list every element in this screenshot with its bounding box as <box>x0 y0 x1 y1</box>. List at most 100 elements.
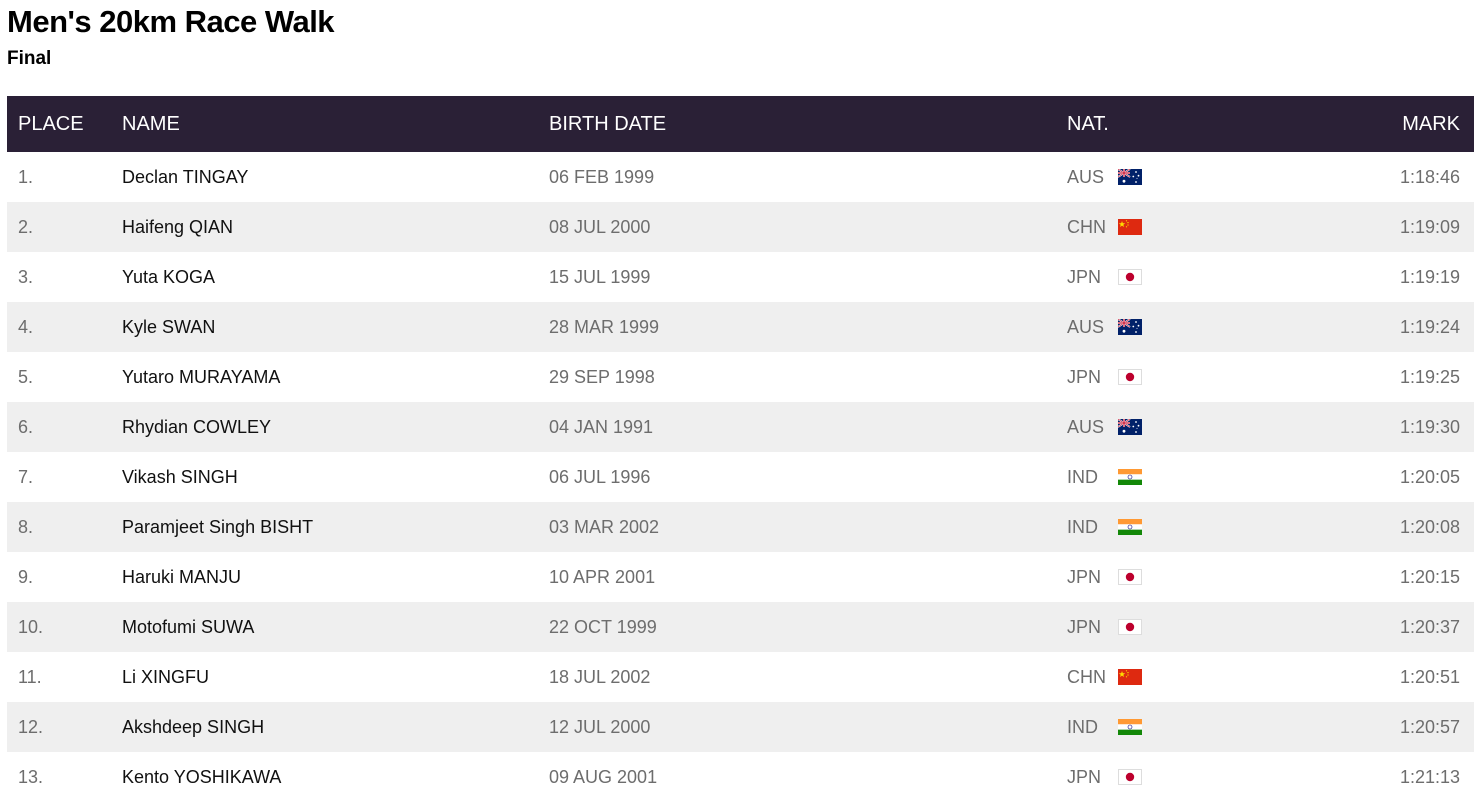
cell-mark: 1:21:13 <box>1399 766 1460 787</box>
japan-flag-icon <box>1118 269 1142 286</box>
cell-name[interactable]: Paramjeet Singh BISHT <box>122 502 549 552</box>
australia-flag-icon <box>1118 169 1142 186</box>
page-title: Men's 20km Race Walk <box>7 4 335 39</box>
table-row[interactable]: 9. Haruki MANJU 10 APR 2001 JPN 1:20:15 <box>7 552 1474 602</box>
cell-name[interactable]: Yuta KOGA <box>122 252 549 302</box>
nat-code: JPN <box>1067 266 1102 287</box>
cell-place: 6. <box>18 416 34 437</box>
table-row[interactable]: 12. Akshdeep SINGH 12 JUL 2000 IND 1:20:57 <box>7 702 1474 752</box>
cell-name[interactable]: Akshdeep SINGH <box>122 702 549 752</box>
cell-place: 8. <box>18 516 34 537</box>
nat-code: JPN <box>1067 616 1102 637</box>
japan-flag-icon <box>1118 569 1142 586</box>
cell-name[interactable]: Motofumi SUWA <box>122 602 549 652</box>
table-row[interactable]: 5. Yutaro MURAYAMA 29 SEP 1998 JPN 1:19:25 <box>7 352 1474 402</box>
cell-place: 12. <box>18 716 44 737</box>
japan-flag-icon <box>1118 369 1142 386</box>
cell-nat: JPN <box>1067 602 1317 652</box>
cell-nat: JPN <box>1067 252 1317 302</box>
nat-code: AUS <box>1067 166 1105 187</box>
cell-nat: IND <box>1067 702 1317 752</box>
header-mark[interactable]: MARK <box>1317 96 1474 152</box>
table-row[interactable]: 8. Paramjeet Singh BISHT 03 MAR 2002 IND 1:2… <box>7 502 1474 552</box>
cell-nat: JPN <box>1067 552 1317 602</box>
cell-place: 9. <box>18 566 34 587</box>
table-row[interactable]: 10. Motofumi SUWA 22 OCT 1999 JPN 1:20:37 <box>7 602 1474 652</box>
australia-flag-icon <box>1118 419 1142 436</box>
nat-code: CHN <box>1067 216 1106 237</box>
table-row[interactable]: 2. Haifeng QIAN 08 JUL 2000 CHN 1:19:09 <box>7 202 1474 252</box>
cell-name[interactable]: Haifeng QIAN <box>122 202 549 252</box>
cell-name[interactable]: Declan TINGAY <box>122 152 549 202</box>
cell-mark: 1:18:46 <box>1399 166 1460 187</box>
india-flag-icon <box>1118 469 1142 486</box>
cell-place: 13. <box>18 766 44 787</box>
cell-mark: 1:19:09 <box>1399 216 1460 237</box>
australia-flag-icon <box>1118 319 1142 336</box>
cell-name[interactable]: Haruki MANJU <box>122 552 549 602</box>
nat-code: AUS <box>1067 316 1105 337</box>
cell-birth-date: 28 MAR 1999 <box>549 316 660 337</box>
cell-nat: IND <box>1067 452 1317 502</box>
results-table: PLACE NAME BIRTH DATE NAT. MARK 1. Declan… <box>7 96 1474 802</box>
cell-birth-date: 03 MAR 2002 <box>549 516 660 537</box>
nat-code: IND <box>1067 466 1098 487</box>
india-flag-icon <box>1118 719 1142 736</box>
results-table-header: PLACE NAME BIRTH DATE NAT. MARK <box>7 96 1474 152</box>
cell-mark: 1:20:37 <box>1399 616 1460 637</box>
cell-nat: CHN <box>1067 202 1317 252</box>
cell-mark: 1:20:05 <box>1399 466 1460 487</box>
cell-mark: 1:20:08 <box>1399 516 1460 537</box>
table-row[interactable]: 11. Li XINGFU 18 JUL 2002 CHN 1:20:51 <box>7 652 1474 702</box>
table-row[interactable]: 6. Rhydian COWLEY 04 JAN 1991 AUS 1:19:30 <box>7 402 1474 452</box>
cell-name[interactable]: Kento YOSHIKAWA <box>122 752 549 802</box>
cell-name[interactable]: Li XINGFU <box>122 652 549 702</box>
cell-birth-date: 04 JAN 1991 <box>549 416 654 437</box>
table-row[interactable]: 13. Kento YOSHIKAWA 09 AUG 2001 JPN 1:21:13 <box>7 752 1474 802</box>
nat-code: IND <box>1067 716 1098 737</box>
cell-birth-date: 09 AUG 2001 <box>549 766 658 787</box>
china-flag-icon <box>1118 669 1142 686</box>
japan-flag-icon <box>1118 769 1142 786</box>
header-nat[interactable]: NAT. <box>1067 96 1317 152</box>
cell-nat: JPN <box>1067 752 1317 802</box>
cell-birth-date: 18 JUL 2002 <box>549 666 651 687</box>
page-subtitle: Final <box>7 48 52 69</box>
cell-birth-date: 06 FEB 1999 <box>549 166 655 187</box>
cell-mark: 1:20:15 <box>1399 566 1460 587</box>
cell-nat: AUS <box>1067 152 1317 202</box>
cell-birth-date: 22 OCT 1999 <box>549 616 657 637</box>
header-birth-date[interactable]: BIRTH DATE <box>549 96 1067 152</box>
cell-nat: CHN <box>1067 652 1317 702</box>
cell-nat: JPN <box>1067 352 1317 402</box>
nat-code: JPN <box>1067 566 1102 587</box>
cell-nat: AUS <box>1067 302 1317 352</box>
china-flag-icon <box>1118 219 1142 236</box>
cell-nat: AUS <box>1067 402 1317 452</box>
nat-code: CHN <box>1067 666 1106 687</box>
table-row[interactable]: 3. Yuta KOGA 15 JUL 1999 JPN 1:19:19 <box>7 252 1474 302</box>
nat-code: JPN <box>1067 766 1102 787</box>
cell-mark: 1:19:30 <box>1399 416 1460 437</box>
results-table-body: 1. Declan TINGAY 06 FEB 1999 AUS 1:18:46 2. Ha… <box>7 152 1474 802</box>
cell-place: 2. <box>18 216 34 237</box>
table-row[interactable]: 1. Declan TINGAY 06 FEB 1999 AUS 1:18:46 <box>7 152 1474 202</box>
header-name[interactable]: NAME <box>122 96 549 152</box>
cell-birth-date: 10 APR 2001 <box>549 566 656 587</box>
nat-code: AUS <box>1067 416 1105 437</box>
cell-place: 1. <box>18 166 34 187</box>
cell-mark: 1:19:25 <box>1399 366 1460 387</box>
header-row: PLACE NAME BIRTH DATE NAT. MARK <box>7 96 1474 152</box>
cell-name[interactable]: Rhydian COWLEY <box>122 402 549 452</box>
table-row[interactable]: 4. Kyle SWAN 28 MAR 1999 AUS 1:19:24 <box>7 302 1474 352</box>
table-row[interactable]: 7. Vikash SINGH 06 JUL 1996 IND 1:20:05 <box>7 452 1474 502</box>
header-place[interactable]: PLACE <box>7 96 122 152</box>
cell-place: 5. <box>18 366 34 387</box>
cell-name[interactable]: Yutaro MURAYAMA <box>122 352 549 402</box>
cell-name[interactable]: Vikash SINGH <box>122 452 549 502</box>
japan-flag-icon <box>1118 619 1142 636</box>
cell-place: 7. <box>18 466 34 487</box>
cell-mark: 1:20:51 <box>1399 666 1460 687</box>
cell-name[interactable]: Kyle SWAN <box>122 302 549 352</box>
cell-birth-date: 12 JUL 2000 <box>549 716 651 737</box>
